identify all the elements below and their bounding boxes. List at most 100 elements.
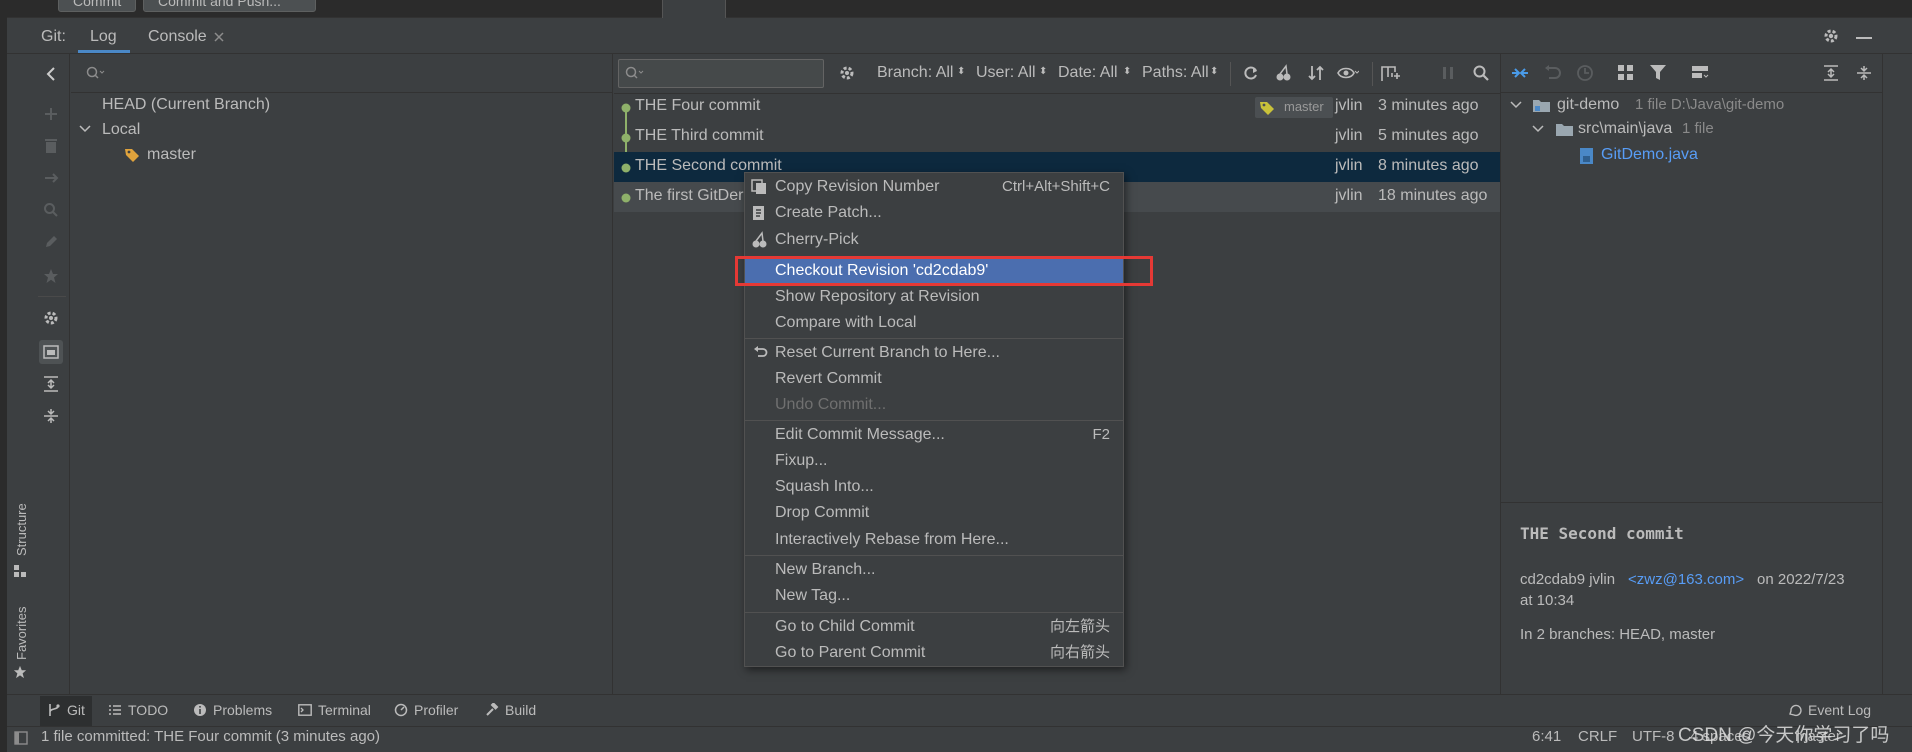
undo-icon bbox=[753, 346, 769, 360]
log-settings-icon[interactable] bbox=[836, 62, 858, 84]
log-search-input[interactable] bbox=[618, 59, 824, 88]
tree-folder-meta: 1 file bbox=[1682, 120, 1714, 137]
delete-icon[interactable] bbox=[41, 136, 61, 156]
group-by-icon[interactable] bbox=[39, 340, 63, 364]
edit-icon[interactable] bbox=[41, 232, 61, 252]
details-branches: In 2 branches: HEAD, master bbox=[1520, 626, 1716, 643]
watermark: CSDN @今天你学习了吗 bbox=[1678, 725, 1890, 746]
refresh-icon[interactable] bbox=[1240, 62, 1262, 84]
tree-root-name[interactable]: git-demo bbox=[1557, 96, 1619, 114]
event-log-label: Event Log bbox=[1808, 702, 1872, 718]
menu-item-new-tag[interactable]: New Tag... bbox=[775, 583, 850, 609]
status-encoding[interactable]: UTF-8 bbox=[1632, 728, 1675, 745]
menu-item-new-branch[interactable]: New Branch... bbox=[775, 557, 875, 583]
terminal-icon bbox=[298, 704, 312, 716]
git-tool-window-header bbox=[7, 18, 1912, 54]
menu-shortcut: Ctrl+Alt+Shift+C bbox=[1002, 178, 1110, 195]
layout-icon[interactable] bbox=[1690, 62, 1712, 84]
java-file-icon bbox=[1578, 147, 1596, 165]
find-icon[interactable] bbox=[1470, 62, 1492, 84]
cherry-pick-icon[interactable] bbox=[1273, 62, 1295, 84]
event-log-button[interactable]: Event Log bbox=[1788, 702, 1871, 718]
bottom-tab-terminal[interactable]: Terminal bbox=[298, 702, 371, 718]
expand-all-tree-icon[interactable] bbox=[1820, 62, 1842, 84]
bottom-tab-label: Git bbox=[67, 702, 85, 718]
details-email-link[interactable]: <zwz@163.com> bbox=[1628, 571, 1744, 588]
bottom-tab-todo[interactable]: TODO bbox=[108, 702, 168, 718]
pause-icon[interactable] bbox=[1437, 62, 1459, 84]
favorites-side-tab[interactable]: Favorites bbox=[14, 607, 29, 660]
chevron-down-icon[interactable] bbox=[1510, 101, 1522, 109]
bottom-tab-problems[interactable]: Problems bbox=[193, 702, 272, 718]
minimize-icon[interactable] bbox=[1856, 36, 1872, 40]
bottom-tab-git[interactable]: Git bbox=[47, 702, 85, 718]
date-filter[interactable]: Date: All bbox=[1058, 64, 1118, 82]
log-search-icon bbox=[625, 66, 645, 80]
toolbar-separator-2 bbox=[1372, 62, 1373, 86]
tab-log-underline bbox=[78, 50, 130, 53]
structure-side-tab[interactable]: Structure bbox=[14, 503, 29, 556]
branch-tag-label: master bbox=[1255, 97, 1333, 118]
tree-folder-name[interactable]: src\main\java bbox=[1578, 120, 1672, 138]
filter-icon[interactable] bbox=[1648, 62, 1670, 84]
bottom-tab-profiler[interactable]: Profiler bbox=[394, 702, 458, 718]
menu-item-go-to-parent[interactable]: Go to Parent Commit bbox=[775, 640, 925, 666]
commit-time: 8 minutes ago bbox=[1378, 157, 1479, 174]
branch-filter[interactable]: Branch: All bbox=[877, 64, 953, 82]
branch-group-local[interactable]: Local bbox=[102, 121, 140, 139]
branch-search-icon[interactable] bbox=[86, 66, 106, 80]
revert-icon[interactable] bbox=[1541, 62, 1563, 84]
tab-console[interactable]: Console bbox=[148, 28, 207, 46]
menu-item-fixup[interactable]: Fixup... bbox=[775, 448, 827, 474]
eye-icon[interactable] bbox=[1337, 62, 1359, 84]
highlight-annotation-box bbox=[735, 256, 1153, 286]
menu-item-edit-commit-message[interactable]: Edit Commit Message... bbox=[775, 422, 945, 448]
menu-item-go-to-child[interactable]: Go to Child Commit bbox=[775, 614, 915, 640]
history-icon[interactable] bbox=[1574, 62, 1596, 84]
menu-item-compare-with-local[interactable]: Compare with Local bbox=[775, 310, 916, 336]
tree-file-name[interactable]: GitDemo.java bbox=[1601, 146, 1698, 164]
gear-icon[interactable] bbox=[1822, 27, 1840, 45]
expand-all-icon[interactable] bbox=[41, 374, 61, 394]
sort-icon[interactable] bbox=[1305, 62, 1327, 84]
menu-label: Copy Revision Number bbox=[775, 178, 940, 195]
group-icon[interactable] bbox=[1615, 62, 1637, 84]
menu-item-interactive-rebase[interactable]: Interactively Rebase from Here... bbox=[775, 527, 1009, 553]
commit-button[interactable]: Commit bbox=[58, 0, 136, 12]
chevron-down-icon[interactable] bbox=[1532, 125, 1544, 133]
menu-item-squash-into[interactable]: Squash Into... bbox=[775, 474, 874, 500]
back-icon[interactable] bbox=[41, 64, 61, 84]
user-filter-arrows-icon: ⬍ bbox=[1039, 66, 1048, 77]
status-message: 1 file committed: THE Four commit (3 min… bbox=[41, 728, 380, 745]
menu-item-revert-commit[interactable]: Revert Commit bbox=[775, 366, 882, 392]
menu-separator bbox=[745, 420, 1123, 421]
menu-item-drop-commit[interactable]: Drop Commit bbox=[775, 500, 869, 526]
tab-log[interactable]: Log bbox=[90, 28, 117, 46]
show-diff-icon[interactable] bbox=[1509, 62, 1531, 84]
collapse-all-icon[interactable] bbox=[41, 406, 61, 426]
close-icon[interactable] bbox=[213, 31, 225, 43]
commit-author: jvlin bbox=[1335, 157, 1363, 174]
settings-icon[interactable] bbox=[41, 308, 61, 328]
new-branch-icon[interactable] bbox=[1380, 62, 1402, 84]
star-icon[interactable] bbox=[41, 266, 61, 286]
toolbar-divider bbox=[38, 296, 66, 297]
paths-filter[interactable]: Paths: All bbox=[1142, 64, 1209, 82]
merge-icon[interactable] bbox=[41, 168, 61, 188]
info-icon bbox=[194, 704, 206, 716]
status-line-ending[interactable]: CRLF bbox=[1578, 728, 1617, 745]
user-filter[interactable]: User: All bbox=[976, 64, 1036, 82]
status-caret-position[interactable]: 6:41 bbox=[1532, 728, 1561, 745]
collapse-all-tree-icon[interactable] bbox=[1853, 62, 1875, 84]
branch-head[interactable]: HEAD (Current Branch) bbox=[102, 96, 270, 114]
window-icon[interactable] bbox=[14, 731, 28, 745]
chevron-down-icon[interactable] bbox=[79, 125, 91, 133]
details-title: THE Second commit bbox=[1520, 524, 1684, 543]
add-icon[interactable] bbox=[41, 104, 61, 124]
menu-item-show-repository[interactable]: Show Repository at Revision bbox=[775, 284, 980, 310]
right-panel-separator bbox=[1882, 54, 1883, 694]
search-icon[interactable] bbox=[41, 200, 61, 220]
bottom-tab-build[interactable]: Build bbox=[485, 702, 536, 718]
branch-item-master[interactable]: master bbox=[147, 146, 196, 164]
commit-and-push-button[interactable]: Commit and Push... bbox=[143, 0, 316, 12]
